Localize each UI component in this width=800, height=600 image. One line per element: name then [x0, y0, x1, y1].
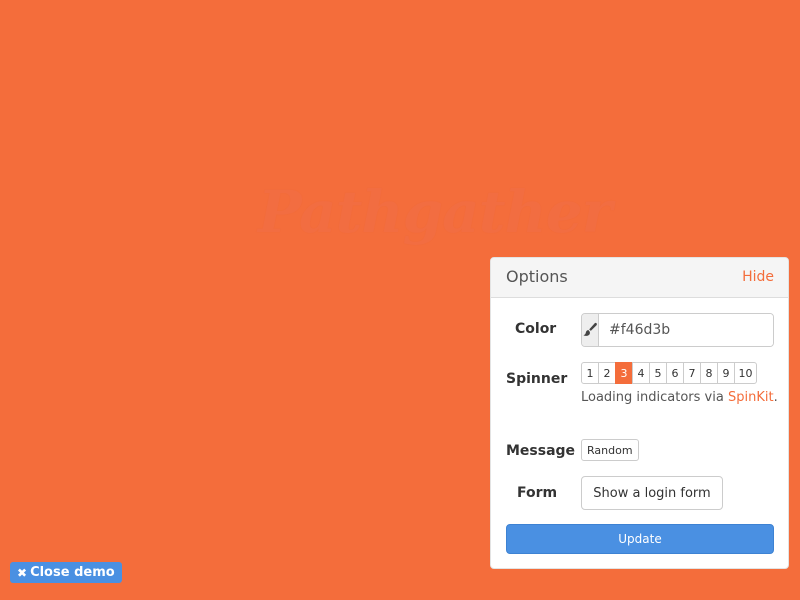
spinner-note-text: Loading indicators via — [581, 390, 728, 405]
close-icon: ✖ — [17, 565, 28, 580]
spinner-label: Spinner — [506, 371, 568, 387]
spinner-selector: 1 2 3 4 5 6 7 8 9 10 — [581, 362, 757, 384]
message-label: Message — [506, 443, 576, 459]
color-label: Color — [515, 321, 557, 337]
spinner-option-3[interactable]: 3 — [615, 362, 633, 384]
pathgather-logo: Pathgather — [258, 178, 612, 246]
update-button[interactable]: Update — [506, 524, 774, 554]
spinkit-link[interactable]: SpinKit — [728, 390, 774, 405]
hide-link[interactable]: Hide — [742, 269, 774, 285]
spinner-option-9[interactable]: 9 — [717, 362, 735, 384]
spinner-note-end: . — [773, 390, 778, 405]
spinner-option-2[interactable]: 2 — [598, 362, 616, 384]
options-title: Options — [506, 267, 568, 286]
spinner-option-1[interactable]: 1 — [581, 362, 599, 384]
options-panel-header: Options Hide — [491, 258, 788, 298]
spinner-note: Loading indicators via SpinKit. — [581, 390, 778, 405]
color-picker — [581, 313, 774, 347]
options-panel: Options Hide Color Spinner 1 2 3 4 5 6 7… — [490, 257, 789, 569]
spinner-option-5[interactable]: 5 — [649, 362, 667, 384]
spinner-option-6[interactable]: 6 — [666, 362, 684, 384]
demo-background: Pathgather Options Hide Color Spinner 1 … — [0, 0, 800, 600]
spinner-option-4[interactable]: 4 — [632, 362, 650, 384]
spinner-option-8[interactable]: 8 — [700, 362, 718, 384]
spinner-option-7[interactable]: 7 — [683, 362, 701, 384]
spinner-option-10[interactable]: 10 — [734, 362, 757, 384]
paintbrush-icon[interactable] — [582, 314, 599, 346]
close-demo-label: Close demo — [30, 565, 115, 580]
form-label: Form — [517, 485, 558, 501]
show-login-form-button[interactable]: Show a login form — [581, 476, 723, 510]
color-input[interactable] — [599, 314, 773, 346]
random-message-button[interactable]: Random — [581, 439, 639, 461]
close-demo-button[interactable]: ✖ Close demo — [10, 562, 122, 583]
